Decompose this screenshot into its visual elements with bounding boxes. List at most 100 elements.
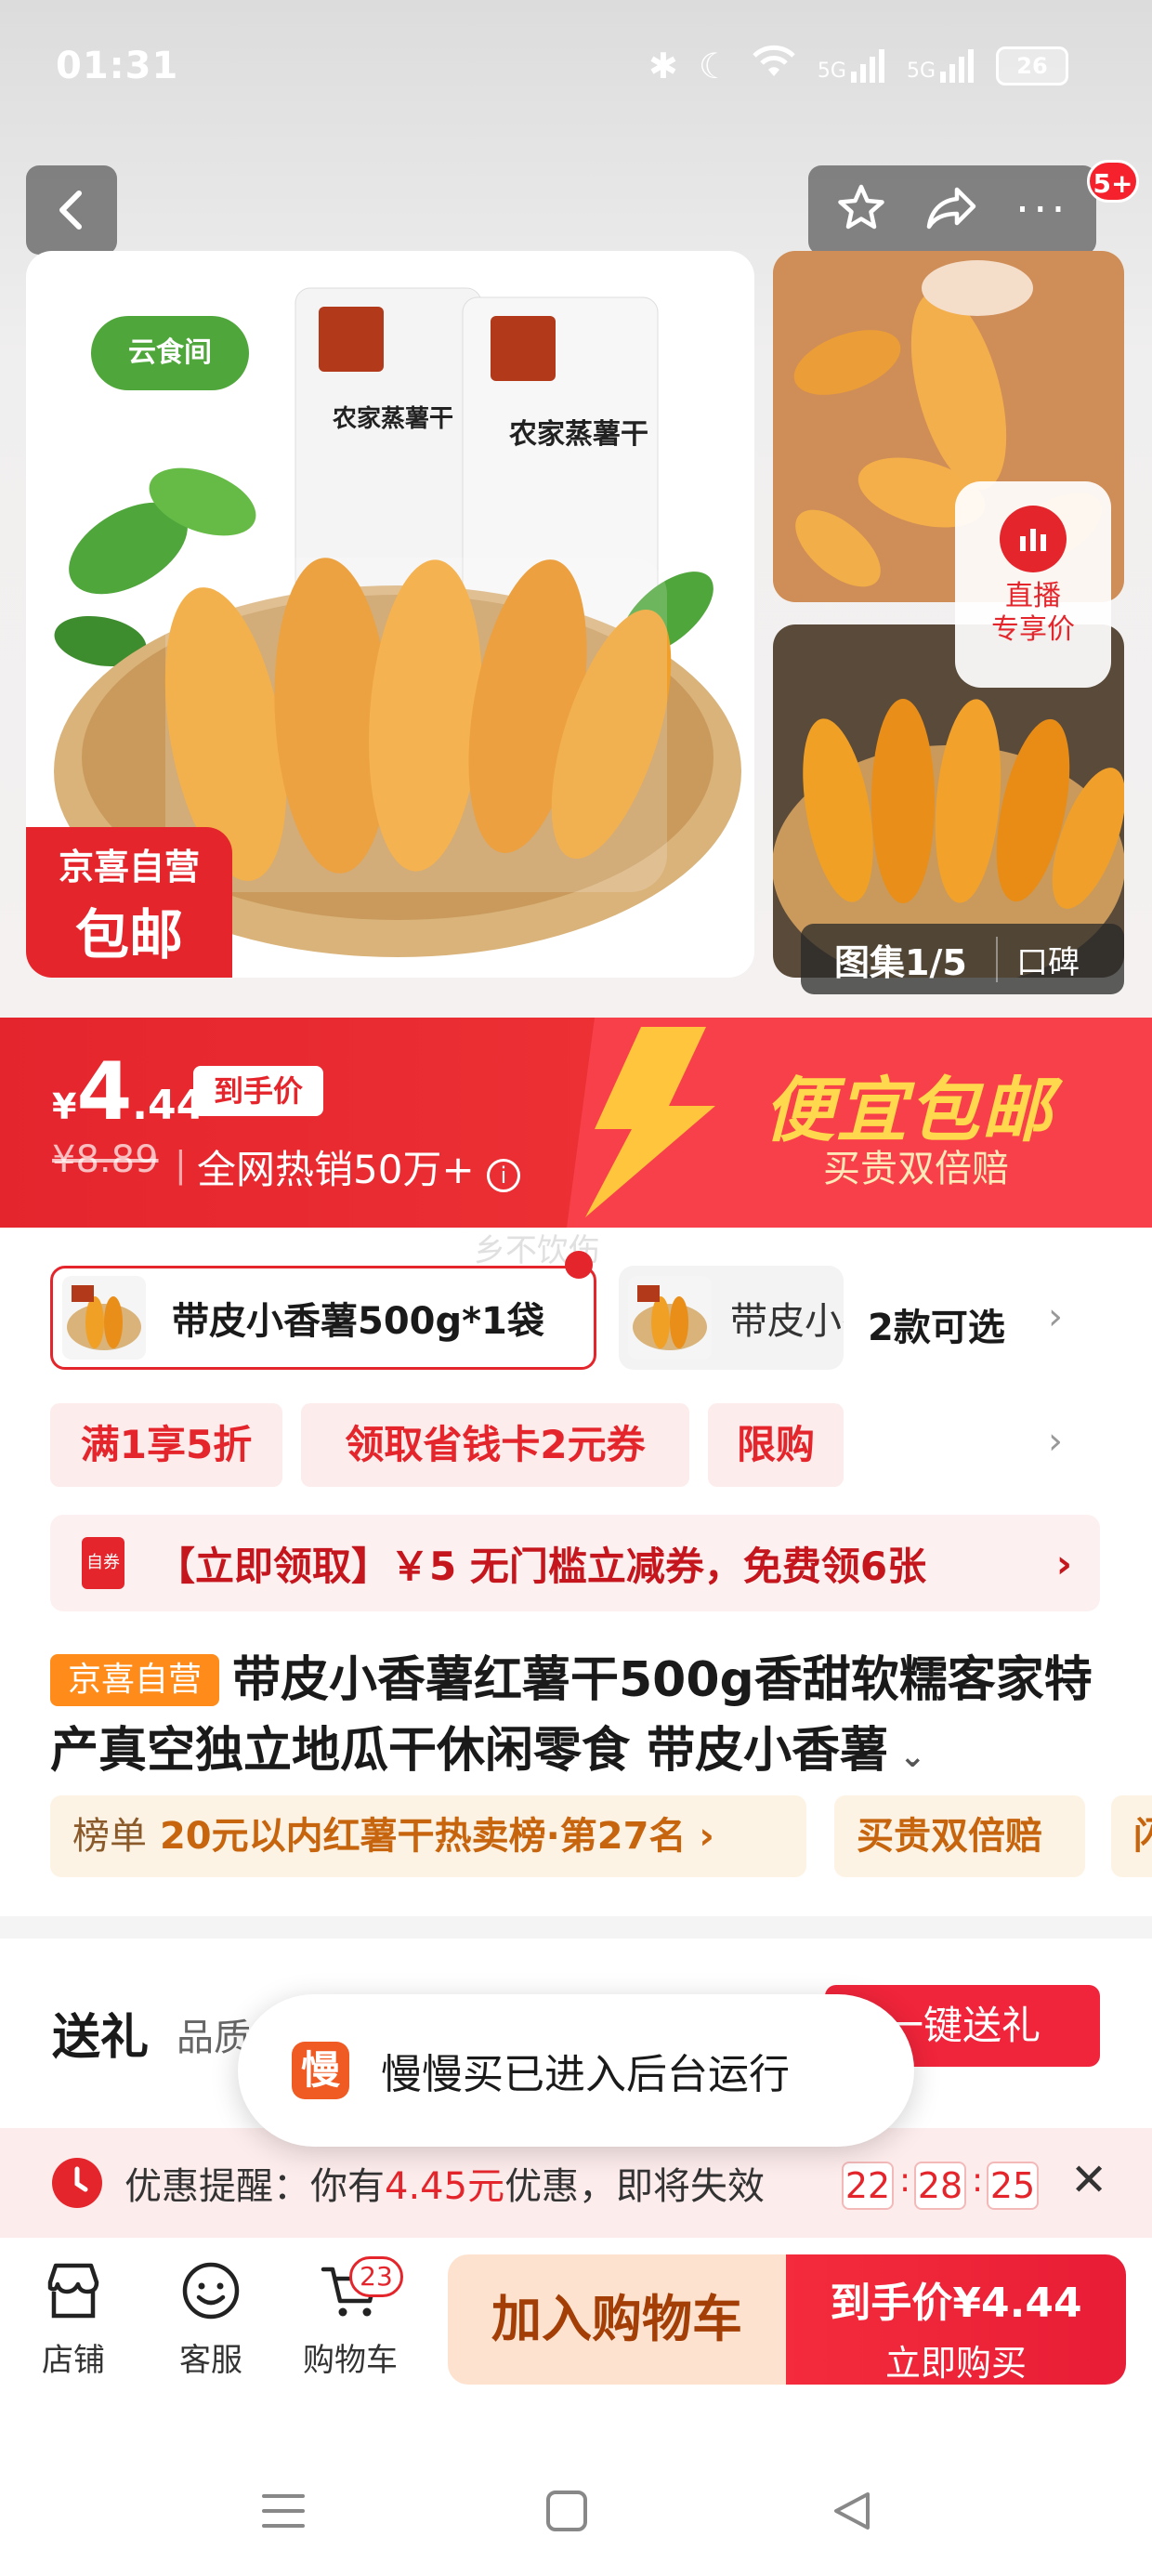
price-integer: 4 [76, 1045, 133, 1138]
buy-now-button[interactable]: 到手价¥4.44 立即购买 [786, 2254, 1126, 2385]
bluetooth-icon: ✱ [648, 45, 678, 86]
live-label-2: 专享价 [991, 613, 1075, 646]
countdown-sep-2: : [972, 2162, 984, 2200]
sales-info[interactable]: 全网热销50万+ i [197, 1138, 520, 1195]
add-to-cart-button[interactable]: 加入购物车 [448, 2254, 786, 2385]
gallery-counter[interactable]: 图集1/5 [801, 934, 996, 985]
voucher-chevron-right-icon[interactable]: › [1056, 1541, 1072, 1586]
status-bar: 01:31 ✱ ☾ 5G 5G 26 [0, 0, 1152, 139]
sales-text: 全网热销50万+ [197, 1147, 475, 1192]
voucher-banner[interactable]: 自券 【立即领取】￥5 无门槛立减券，免费领6张 › [50, 1515, 1100, 1611]
variant-label-selected: 带皮小香薯500g*1袋 [172, 1300, 544, 1343]
toast-text: 慢慢买已进入后台运行 [381, 2051, 790, 2098]
reminder-amount: 4.45元 [385, 2165, 505, 2208]
product-title-text: 带皮小香薯红薯干500g香甜软糯客家特产真空独立地瓜干休闲零食 带皮小香薯 [50, 1652, 1093, 1779]
info-icon[interactable]: i [487, 1159, 520, 1192]
price-banner: ¥4.44 到手价 ¥8.89 | 全网热销50万+ i 便宜包邮 买贵双倍赔 [0, 1018, 1152, 1228]
reminder-suffix: 优惠，即将失效 [504, 2165, 766, 2208]
clock-icon [52, 2158, 102, 2208]
reminder-text: 优惠提醒：你有4.45元优惠，即将失效 [124, 2156, 765, 2210]
coupon-discount[interactable]: 满1享5折 [50, 1403, 282, 1487]
shop-button[interactable]: 店铺 [22, 2258, 124, 2380]
coupons-chevron-right-icon[interactable]: › [1048, 1420, 1063, 1463]
price-separator: | [175, 1144, 187, 1185]
gift-label: 送礼 [52, 2010, 150, 2066]
message-badge: 5+ [1087, 160, 1139, 203]
smiley-icon [178, 2258, 243, 2323]
gallery-switcher[interactable]: 图集1/5 口碑 [801, 924, 1124, 994]
close-reminder-icon[interactable]: ✕ [1070, 2154, 1107, 2206]
service-label: 客服 [179, 2342, 242, 2379]
share-icon[interactable] [923, 184, 979, 236]
promo-tag: 京喜自营 包邮 [26, 827, 232, 978]
guarantee-badge[interactable]: 买贵双倍赔 [834, 1795, 1085, 1877]
system-navigation-bar [0, 2453, 1152, 2576]
voucher-icon: 自券 [82, 1537, 124, 1589]
ranking-chevron-right-icon: › [699, 1815, 714, 1858]
reminder-prefix: 优惠提醒：你有 [124, 2165, 385, 2208]
signal-icon: 5G [817, 48, 886, 83]
brand-logo: 云食间 [91, 316, 249, 390]
header-actions: ··· [808, 165, 1096, 255]
section-divider [0, 1916, 1152, 1939]
shop-icon [41, 2258, 106, 2323]
back-button[interactable] [26, 165, 117, 255]
more-icon[interactable]: ··· [1015, 188, 1069, 232]
ranking-label: 榜单 [72, 1815, 147, 1858]
countdown-seconds: 25 [987, 2162, 1039, 2210]
network-type-label-2: 5G [906, 59, 936, 83]
status-time: 01:31 [56, 45, 179, 87]
cart-label: 购物车 [303, 2342, 398, 2379]
variants-chevron-right-icon[interactable]: › [1048, 1295, 1063, 1338]
customer-service-button[interactable]: 客服 [160, 2258, 262, 2380]
chevron-left-icon [59, 191, 82, 230]
buy-price: 到手价¥4.44 [830, 2280, 1082, 2327]
package-label-1: 农家蒸薯干 [333, 405, 454, 433]
variant-option-other[interactable]: 带皮小香薯 [619, 1266, 844, 1370]
shop-label: 店铺 [42, 2342, 105, 2379]
variant-count[interactable]: 2款可选 [868, 1297, 1005, 1351]
signal-icon-2: 5G [906, 48, 975, 83]
home-icon [546, 2491, 587, 2531]
system-nav-icons [262, 2491, 870, 2531]
favorite-star-icon[interactable] [835, 182, 887, 238]
banner-subslogan: 买贵双倍赔 [823, 1148, 1009, 1190]
battery-icon: 26 [996, 46, 1068, 85]
voucher-text: 【立即领取】￥5 无门槛立减券，免费领6张 [156, 1543, 927, 1589]
variant-thumbnail-2 [628, 1276, 712, 1360]
countdown-hours: 22 [842, 2162, 894, 2210]
back-nav-icon [834, 2492, 870, 2530]
variant-red-dot [565, 1251, 593, 1279]
promo-tag-line2: 包邮 [74, 903, 183, 966]
current-price: ¥4.44 [52, 1045, 204, 1138]
app-icon: 慢 [292, 2042, 349, 2099]
variant-label-other: 带皮小香薯 [730, 1300, 844, 1343]
variant-thumbnail [62, 1276, 146, 1360]
price-currency: ¥ [52, 1086, 77, 1127]
countdown-sep-1: : [899, 2162, 911, 2200]
expand-chevron-down-icon[interactable]: ⌄ [888, 1738, 926, 1775]
menu-icon [262, 2494, 305, 2528]
price-tag: 到手价 [193, 1066, 323, 1116]
network-type-label: 5G [817, 59, 846, 83]
live-exclusive-button[interactable]: 直播 专享价 [955, 481, 1111, 688]
reviews-tab[interactable]: 口碑 [996, 936, 1080, 982]
ranking-text: 20元以内红薯干热卖榜·第27名 [159, 1815, 687, 1858]
promo-tag-line1: 京喜自营 [58, 847, 200, 887]
moon-icon: ☾ [698, 45, 730, 86]
cart-count-badge: 23 [349, 2256, 403, 2297]
variant-option-selected[interactable]: 带皮小香薯500g*1袋 [50, 1266, 596, 1370]
live-label-1: 直播 [1005, 580, 1061, 612]
package-label-2: 农家蒸薯干 [509, 418, 648, 451]
background-toast: 慢 慢慢买已进入后台运行 [238, 1994, 914, 2147]
wifi-icon [751, 43, 797, 88]
coupon-savings-card[interactable]: 领取省钱卡2元券 [301, 1403, 689, 1487]
battery-level: 26 [1016, 52, 1048, 79]
partial-badge[interactable]: 闪 [1111, 1795, 1152, 1877]
live-icon [1000, 506, 1067, 572]
product-title[interactable]: 带皮小香薯红薯干500g香甜软糯客家特产真空独立地瓜干休闲零食 带皮小香薯 ⌄ [50, 1645, 1100, 1792]
status-icons: ✱ ☾ 5G 5G 26 [648, 43, 1068, 88]
buy-now-label: 立即购买 [884, 2343, 1027, 2384]
coupon-limit[interactable]: 限购 [708, 1403, 844, 1487]
ranking-badge[interactable]: 榜单 20元以内红薯干热卖榜·第27名 › [50, 1795, 806, 1877]
